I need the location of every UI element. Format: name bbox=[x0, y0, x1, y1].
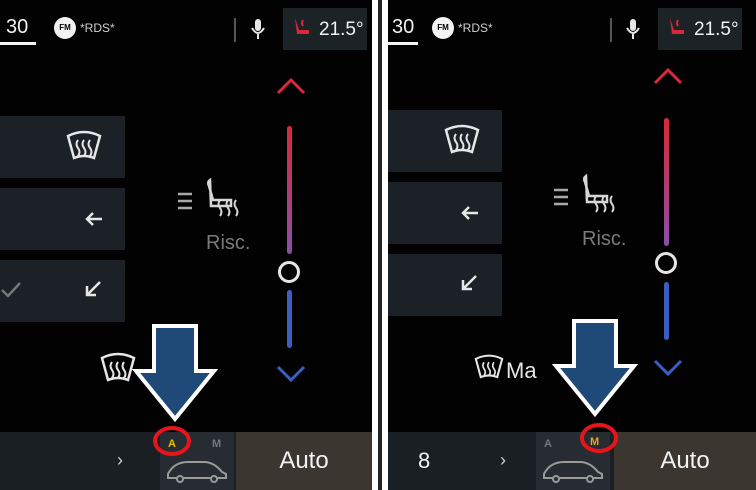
heated-seat-icon bbox=[295, 18, 309, 34]
seat-heat-label: Risc. bbox=[582, 228, 627, 250]
panel-divider bbox=[372, 0, 388, 490]
seat-temperature-button[interactable]: 21.5° bbox=[658, 8, 742, 50]
pointer-arrow-icon bbox=[132, 324, 218, 423]
temp-bar-cool bbox=[287, 290, 292, 348]
fan-speed-chevron-icon[interactable]: › bbox=[117, 450, 123, 471]
bottom-bar: 8 › A M Auto bbox=[388, 432, 756, 490]
temp-slider-knob[interactable] bbox=[278, 261, 300, 283]
temp-bar-cool bbox=[664, 282, 669, 340]
car-air-icon bbox=[543, 461, 603, 483]
windshield-defrost-icon bbox=[444, 124, 480, 154]
max-defrost-label: Ma bbox=[506, 358, 537, 383]
windshield-defrost-button[interactable] bbox=[0, 116, 125, 178]
status-separator bbox=[610, 18, 612, 42]
checkmark-icon bbox=[1, 282, 21, 298]
status-bar: 30 FM *RDS* 21.5° bbox=[0, 0, 372, 60]
climate-screen-left: 30 FM *RDS* 21.5° Risc. › A M Auto bbox=[0, 0, 372, 490]
fan-speed-value: 8 bbox=[418, 448, 431, 473]
airflow-face-button[interactable] bbox=[0, 188, 125, 250]
temperature-readout: 21.5° bbox=[694, 19, 739, 40]
pointer-arrow-icon bbox=[552, 319, 638, 418]
auto-button-label: Auto bbox=[279, 447, 329, 474]
highlight-circle bbox=[580, 423, 618, 453]
arrow-left-icon bbox=[85, 212, 102, 226]
windshield-defrost-icon bbox=[66, 130, 102, 160]
airflow-feet-button[interactable] bbox=[388, 254, 502, 316]
temp-bar-warm bbox=[664, 118, 669, 246]
microphone-icon[interactable] bbox=[626, 18, 640, 40]
microphone-icon[interactable] bbox=[251, 18, 265, 40]
temp-up-icon[interactable] bbox=[652, 66, 684, 86]
radio-station-number: 30 bbox=[6, 16, 29, 38]
mode-manual-letter: M bbox=[212, 438, 222, 450]
fan-speed-chevron-icon[interactable]: › bbox=[500, 450, 506, 471]
auto-climate-button[interactable]: Auto bbox=[236, 432, 372, 490]
temp-slider-knob[interactable] bbox=[655, 252, 677, 274]
fm-badge-icon: FM bbox=[432, 17, 454, 39]
station-underline bbox=[388, 42, 418, 45]
auto-button-label: Auto bbox=[660, 447, 710, 474]
auto-climate-button[interactable]: Auto bbox=[614, 432, 756, 490]
radio-station-name: *RDS* bbox=[80, 21, 115, 35]
temp-bar-warm bbox=[287, 126, 292, 254]
car-air-icon bbox=[167, 461, 227, 483]
temperature-readout: 21.5° bbox=[319, 19, 364, 40]
temp-down-icon[interactable] bbox=[275, 364, 307, 384]
arrow-down-left-icon bbox=[461, 275, 477, 291]
mode-auto-letter: A bbox=[544, 438, 552, 450]
status-separator bbox=[234, 18, 236, 42]
radio-station-number: 30 bbox=[392, 16, 415, 38]
max-defrost-icon[interactable] bbox=[472, 354, 506, 382]
station-underline bbox=[0, 42, 36, 45]
temperature-slider[interactable] bbox=[648, 66, 688, 386]
seat-temperature-button[interactable]: 21.5° bbox=[283, 8, 367, 50]
radio-station-name: *RDS* bbox=[458, 21, 493, 35]
seat-heat-label: Risc. bbox=[206, 232, 251, 254]
temp-down-icon[interactable] bbox=[652, 358, 684, 378]
windshield-defrost-button[interactable] bbox=[388, 110, 502, 172]
arrow-down-left-icon bbox=[85, 281, 101, 297]
temp-up-icon[interactable] bbox=[275, 76, 307, 96]
heated-seat-icon bbox=[670, 18, 684, 34]
status-bar: 30 FM *RDS* 21.5° bbox=[388, 0, 756, 60]
highlight-circle bbox=[153, 426, 191, 456]
arrow-left-icon bbox=[461, 206, 478, 220]
temperature-slider[interactable] bbox=[271, 76, 311, 396]
fm-badge-icon: FM bbox=[54, 17, 76, 39]
climate-screen-right: 30 FM *RDS* 21.5° Risc. Ma 8 › A M Auto bbox=[388, 0, 756, 490]
airflow-face-button[interactable] bbox=[388, 182, 502, 244]
